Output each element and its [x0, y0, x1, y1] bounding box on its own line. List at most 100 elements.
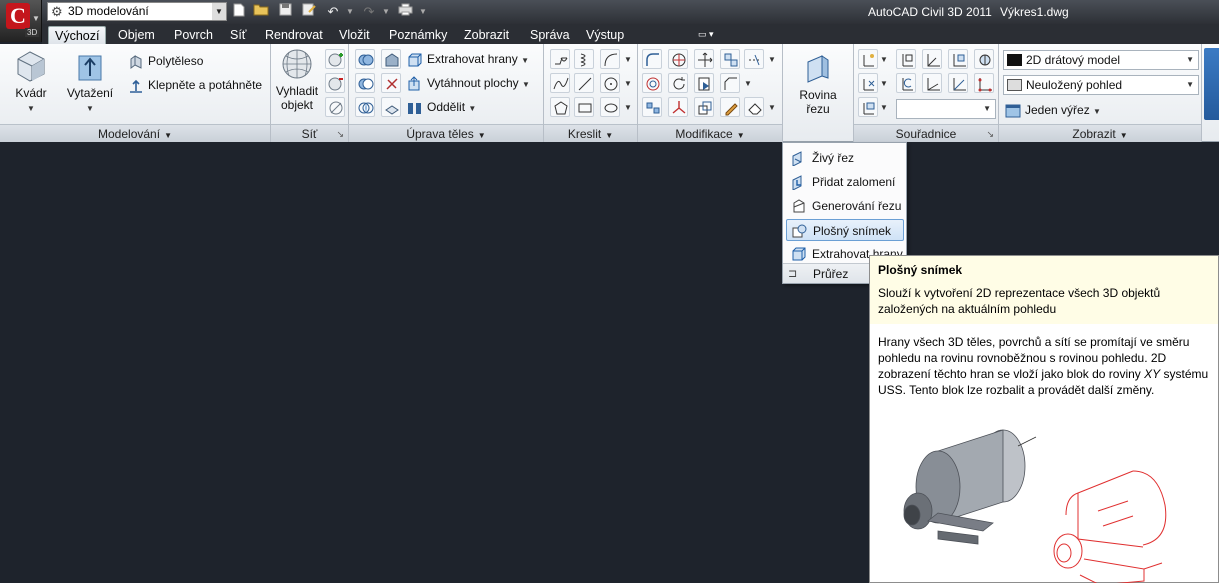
undo-icon[interactable]: ↶ [324, 3, 342, 21]
dialog-launcher-icon[interactable]: ↘ [336, 125, 344, 143]
circle-icon[interactable] [600, 73, 620, 93]
pin-icon[interactable]: ⊐ [788, 264, 797, 284]
panel-title-sit[interactable]: Síť ↘ [271, 124, 348, 142]
menu-item-generovani-rezu[interactable]: Generování řezu [786, 195, 904, 217]
tab-zobrazit[interactable]: Zobrazit [458, 26, 515, 44]
union-icon[interactable] [355, 49, 375, 69]
ucs-world-icon[interactable] [922, 49, 942, 69]
ucs-face-icon[interactable] [858, 97, 878, 117]
ucs-zaxis-icon[interactable] [948, 73, 968, 93]
chevron-down-icon[interactable]: ▼ [880, 103, 888, 112]
3d-array-icon[interactable] [744, 49, 764, 69]
rectangle-icon[interactable] [574, 97, 594, 117]
chevron-down-icon[interactable]: ▼ [768, 55, 776, 64]
vytazeni-button[interactable]: Vytažení ▼ [64, 48, 116, 116]
dialog-launcher-icon[interactable]: ↘ [986, 125, 994, 143]
panel-title-uprava-teles[interactable]: Úprava těles ▼ [349, 124, 543, 142]
extrahovat-hrany-button[interactable]: Extrahovat hrany ▼ [407, 49, 529, 69]
polyline-icon[interactable] [550, 49, 570, 69]
application-menu-button[interactable]: C 3D ▼ [0, 0, 42, 42]
workspace-selector[interactable]: ⚙ 3D modelování ▼ [47, 2, 227, 21]
3d-mirror-icon[interactable] [642, 97, 662, 117]
ucs-icon[interactable] [858, 49, 878, 69]
gizmo-icon[interactable] [642, 73, 662, 93]
3d-rotate-icon[interactable] [668, 49, 688, 69]
chevron-down-icon[interactable]: ▼ [744, 79, 752, 88]
redo-dropdown-icon[interactable]: ▼ [381, 3, 391, 21]
polygon-icon[interactable] [550, 97, 570, 117]
arc-icon[interactable] [600, 49, 620, 69]
new-file-icon[interactable] [230, 3, 248, 21]
ucs-previous-icon[interactable] [896, 73, 916, 93]
rovina-rezu-button[interactable]: Rovina řezu [789, 52, 847, 116]
tab-vlozit[interactable]: Vložit [333, 26, 376, 44]
ucs-3point-icon[interactable] [974, 73, 994, 93]
chevron-down-icon[interactable]: ▼ [624, 55, 632, 64]
3d-align-icon[interactable] [720, 49, 740, 69]
panel-title-kreslit[interactable]: Kreslit ▼ [544, 124, 637, 142]
offset-icon[interactable] [694, 73, 714, 93]
ellipse-icon[interactable] [600, 97, 620, 117]
plot-icon[interactable] [396, 3, 414, 21]
ucs-combo[interactable]: ▼ [896, 99, 996, 119]
menu-item-zivy-rez[interactable]: Živý řez [786, 147, 904, 169]
mesh-remove-icon[interactable] [325, 73, 345, 93]
subtract-icon[interactable] [355, 73, 375, 93]
scale-icon[interactable] [694, 97, 714, 117]
tab-objem[interactable]: Objem [112, 26, 161, 44]
fillet-icon[interactable] [642, 49, 662, 69]
line-icon[interactable] [574, 73, 594, 93]
ucs-object-icon[interactable] [948, 49, 968, 69]
mesh-refine-icon[interactable] [325, 97, 345, 117]
kvadr-button[interactable]: Kvádr ▼ [8, 48, 54, 116]
spline-icon[interactable] [550, 73, 570, 93]
solid-edit-icon[interactable] [381, 49, 401, 69]
tab-sprava[interactable]: Správa [524, 26, 576, 44]
slice-icon[interactable] [381, 73, 401, 93]
chevron-down-icon[interactable]: ▼ [880, 79, 888, 88]
helix-icon[interactable] [574, 49, 594, 69]
visual-style-select[interactable]: 2D drátový model ▼ [1003, 50, 1199, 70]
polyteleso-button[interactable]: Polytěleso [128, 51, 203, 71]
tab-vystup[interactable]: Výstup [580, 26, 630, 44]
ucs-view-icon[interactable] [974, 49, 994, 69]
rotate-icon[interactable] [668, 73, 688, 93]
vyhladit-objekt-button[interactable]: Vyhladit objekt [273, 48, 321, 112]
panel-title-souradnice[interactable]: Souřadnice ↘ [854, 124, 998, 142]
viewport-config-button[interactable]: Jeden výřez ▼ [1005, 100, 1101, 120]
tab-vychozi[interactable]: Výchozí [48, 26, 107, 44]
ucs-x-icon[interactable] [858, 73, 878, 93]
tab-povrch[interactable]: Povrch [168, 26, 219, 44]
chevron-down-icon[interactable]: ▼ [880, 55, 888, 64]
tab-sit[interactable]: Síť [224, 26, 253, 44]
named-view-select[interactable]: Neuložený pohled ▼ [1003, 75, 1199, 95]
menu-item-plosny-snimek[interactable]: Plošný snímek [786, 219, 904, 241]
chevron-down-icon[interactable]: ▼ [624, 103, 632, 112]
overflow-panel-button[interactable] [1204, 48, 1219, 120]
ucs-origin-icon[interactable] [922, 73, 942, 93]
quick-access-dropdown-icon[interactable]: ▼ [418, 3, 428, 21]
tab-poznamky[interactable]: Poznámky [383, 26, 453, 44]
chevron-down-icon[interactable]: ▼ [212, 3, 226, 20]
save-icon[interactable] [276, 3, 294, 21]
vytahnout-plochy-button[interactable]: Vytáhnout plochy ▼ [407, 73, 530, 93]
chamfer-icon[interactable] [720, 73, 740, 93]
3d-move-icon[interactable] [694, 49, 714, 69]
panel-title-modifikace[interactable]: Modifikace ▼ [638, 124, 782, 142]
ucs-named-icon[interactable] [896, 49, 916, 69]
thicken-icon[interactable] [381, 97, 401, 117]
chevron-down-icon[interactable]: ▼ [768, 103, 776, 112]
redo-icon[interactable]: ↷ [360, 3, 378, 21]
panel-title-zobrazit[interactable]: Zobrazit ▼ [999, 124, 1201, 142]
chevron-down-icon[interactable]: ▼ [624, 79, 632, 88]
panel-title-modelovani[interactable]: Modelování ▼ [0, 124, 270, 142]
menu-item-pridat-zalomeni[interactable]: Přidat zalomení [786, 171, 904, 193]
tab-rendrovat[interactable]: Rendrovat [259, 26, 329, 44]
oddelit-button[interactable]: Oddělit ▼ [407, 97, 476, 117]
intersect-icon[interactable] [355, 97, 375, 117]
erase-icon[interactable] [744, 97, 764, 117]
undo-dropdown-icon[interactable]: ▼ [345, 3, 355, 21]
pencil-icon[interactable] [720, 97, 740, 117]
open-folder-icon[interactable] [252, 3, 270, 21]
klepnete-button[interactable]: Klepněte a potáhněte [128, 75, 262, 95]
